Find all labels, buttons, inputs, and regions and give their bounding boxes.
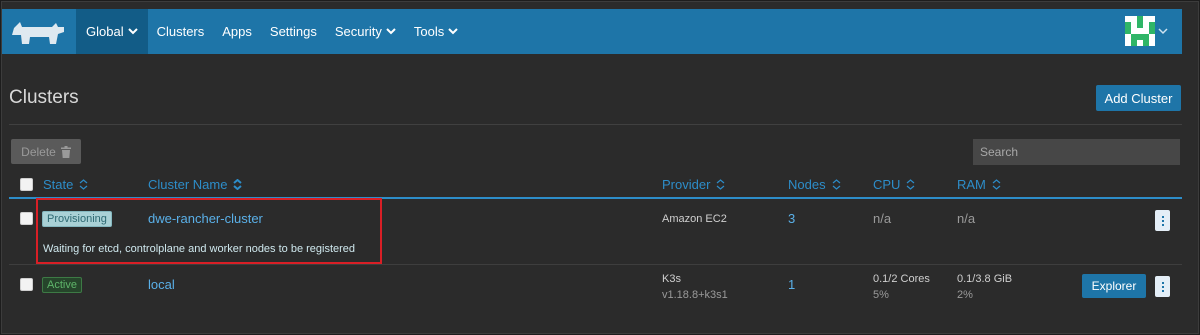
identicon-icon (1125, 16, 1155, 46)
row-checkbox[interactable] (20, 278, 33, 291)
ram-percent: 2% (957, 289, 973, 301)
column-header-cpu[interactable]: CPU (873, 177, 915, 192)
nodes-link[interactable]: 1 (788, 277, 795, 292)
add-cluster-button[interactable]: Add Cluster (1096, 85, 1181, 111)
user-avatar[interactable] (1125, 16, 1155, 46)
app-window: Global Clusters Apps Settings Security T… (1, 1, 1199, 334)
ram-cell: 0.1/3.8 GiB (957, 273, 1013, 285)
nav-tools[interactable]: Tools (405, 9, 467, 54)
column-header-label: Cluster Name (148, 177, 228, 192)
column-header-nodes[interactable]: Nodes (788, 177, 841, 192)
main-nav: Global Clusters Apps Settings Security T… (76, 9, 467, 54)
column-header-label: CPU (873, 177, 901, 192)
top-nav-bar: Global Clusters Apps Settings Security T… (2, 9, 1182, 54)
sort-icon (992, 179, 1001, 190)
nav-security[interactable]: Security (326, 9, 405, 54)
column-header-label: Provider (662, 177, 711, 192)
column-header-label: RAM (957, 177, 986, 192)
provider-version: v1.18.8+k3s1 (662, 289, 728, 301)
nav-clusters[interactable]: Clusters (148, 9, 214, 54)
nav-tools-label: Tools (413, 24, 445, 39)
nav-security-label: Security (334, 24, 382, 39)
rancher-logo-icon[interactable] (8, 18, 66, 46)
nav-apps[interactable]: Apps (213, 9, 261, 54)
highlight-box (36, 198, 382, 264)
nodes-link[interactable]: 3 (788, 211, 795, 226)
nav-global-label: Global (86, 24, 124, 39)
sort-icon (79, 179, 88, 190)
row-divider (9, 264, 1182, 265)
sort-icon (907, 179, 915, 190)
search-input[interactable] (973, 139, 1180, 165)
nav-clusters-label: Clusters (156, 24, 205, 39)
page-title: Clusters (9, 87, 79, 108)
select-all-checkbox[interactable] (20, 178, 33, 191)
provider-cell: Amazon EC2 (662, 213, 727, 225)
delete-button[interactable]: Delete (11, 139, 81, 164)
delete-button-label: Delete (21, 144, 56, 159)
nav-global[interactable]: Global (76, 9, 148, 54)
cpu-cell: 0.1/2 Cores (873, 273, 930, 285)
sort-icon (717, 179, 725, 190)
cpu-percent: 5% (873, 289, 889, 301)
column-header-label: State (43, 177, 74, 192)
column-header-state[interactable]: State (43, 177, 88, 192)
divider (9, 124, 1182, 125)
cpu-cell: n/a (873, 211, 892, 226)
nav-settings-label: Settings (269, 24, 317, 39)
chevron-down-icon[interactable] (1158, 28, 1168, 35)
row-actions-kebab-icon[interactable] (1155, 276, 1170, 297)
row-actions-kebab-icon[interactable] (1155, 210, 1170, 231)
explorer-button[interactable]: Explorer (1082, 274, 1146, 298)
ram-cell: n/a (957, 211, 976, 226)
sort-desc-icon (233, 179, 243, 190)
provider-cell: K3s (662, 273, 681, 285)
nav-settings[interactable]: Settings (261, 9, 326, 54)
chevron-down-icon (386, 28, 396, 35)
sort-icon (832, 179, 840, 190)
row-checkbox[interactable] (20, 212, 33, 225)
column-header-cluster-name[interactable]: Cluster Name (148, 177, 243, 192)
cluster-name-link[interactable]: local (148, 277, 175, 292)
column-header-provider[interactable]: Provider (662, 177, 725, 192)
column-header-ram[interactable]: RAM (957, 177, 1001, 192)
chevron-down-icon (127, 28, 138, 35)
column-header-label: Nodes (788, 177, 826, 192)
nav-apps-label: Apps (222, 24, 252, 39)
trash-icon (60, 145, 71, 158)
chevron-down-icon (448, 28, 458, 35)
status-badge: Active (42, 277, 82, 293)
